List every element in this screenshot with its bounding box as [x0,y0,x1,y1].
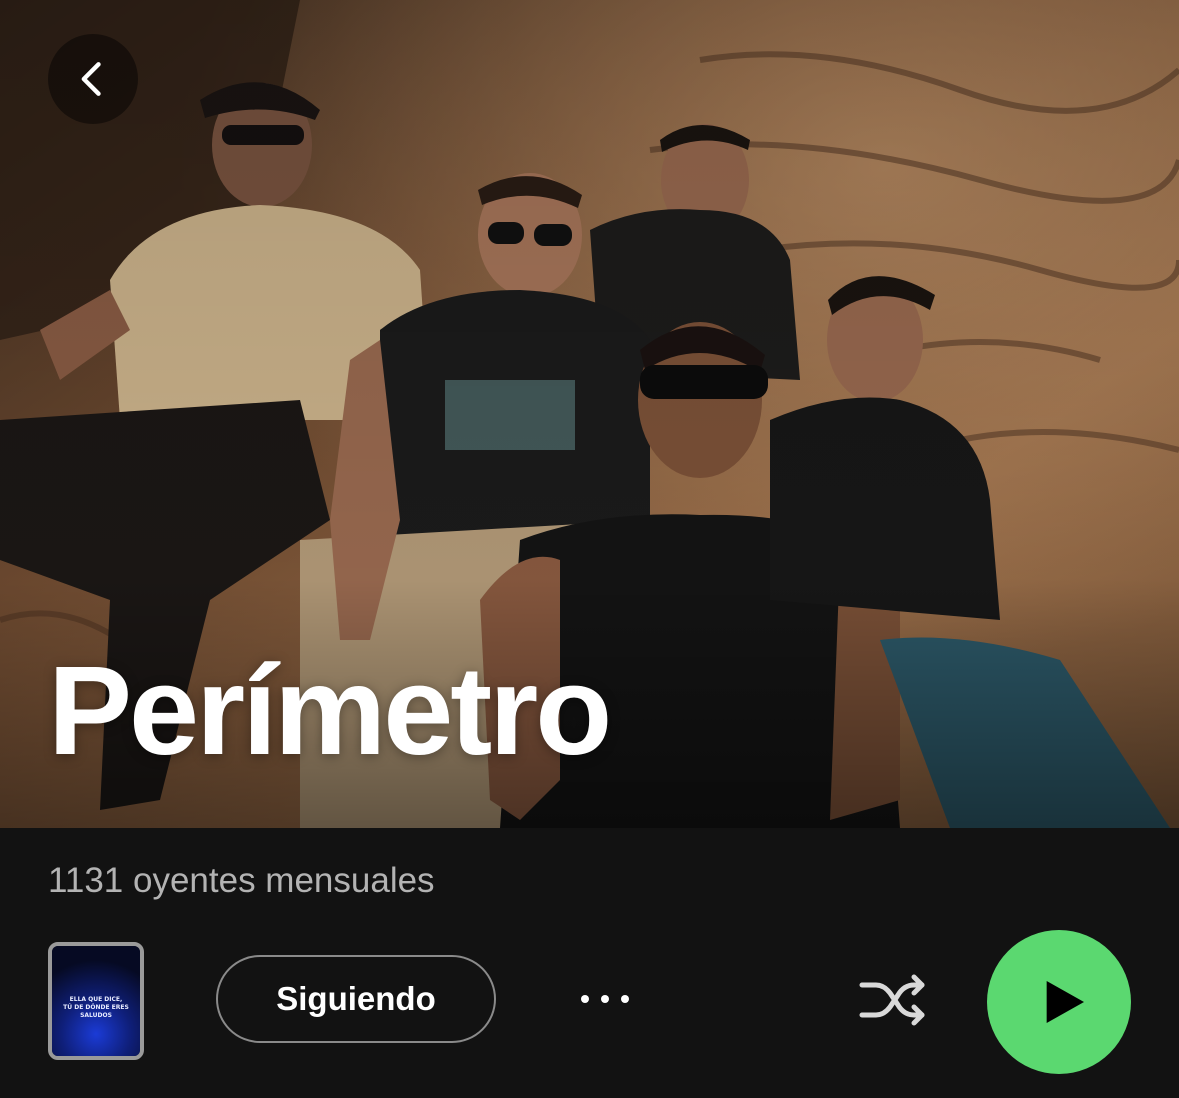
more-options-button[interactable] [565,975,645,1023]
play-icon [1046,981,1084,1023]
artist-controls: ELLA QUE DICE, TÚ DE DÓNDE ERES SALUDOS … [0,930,1179,1078]
back-button[interactable] [48,34,138,124]
following-button[interactable]: Siguiendo [216,955,496,1043]
cover-art-text: ELLA QUE DICE, TÚ DE DÓNDE ERES SALUDOS [63,996,129,1019]
artist-name: Perímetro [48,640,612,781]
chevron-left-icon [81,62,101,96]
more-horizontal-icon-dot [601,995,609,1003]
monthly-listeners: 1131 oyentes mensuales [48,861,435,900]
artist-page: Perímetro 1131 oyentes mensuales ELLA QU… [0,0,1179,1098]
artist-hero: Perímetro [0,0,1179,828]
latest-release-cover[interactable]: ELLA QUE DICE, TÚ DE DÓNDE ERES SALUDOS [48,942,144,1060]
shuffle-icon [859,974,925,1026]
shuffle-button[interactable] [852,968,932,1034]
play-button[interactable] [987,930,1131,1074]
more-horizontal-icon [581,995,589,1003]
more-horizontal-icon-dot [621,995,629,1003]
